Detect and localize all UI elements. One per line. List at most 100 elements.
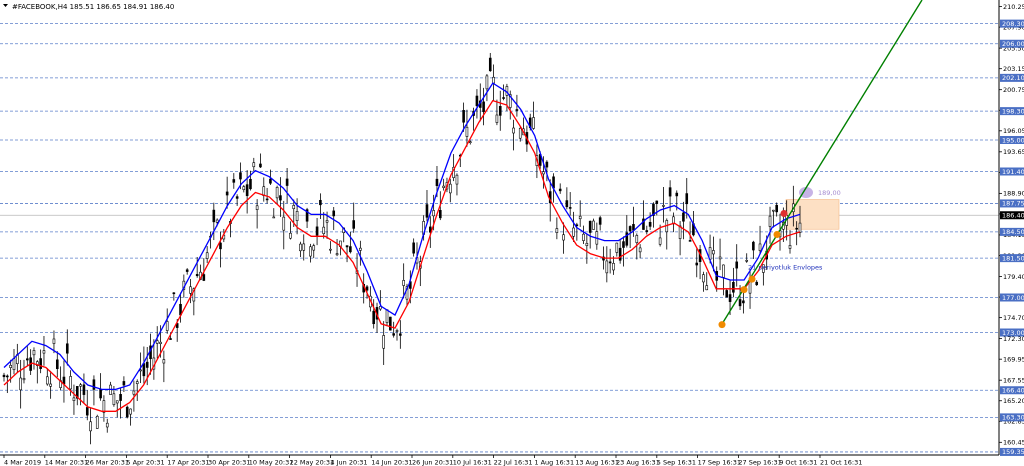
candle-body bbox=[65, 343, 69, 354]
candle-body bbox=[392, 333, 395, 336]
level-label: 195.00 bbox=[1002, 136, 1024, 144]
candle-body bbox=[592, 220, 595, 230]
candle-body bbox=[129, 408, 132, 415]
candle-body bbox=[79, 384, 82, 387]
level-label: 198.30 bbox=[1002, 107, 1024, 115]
candle-body bbox=[439, 210, 442, 219]
candle-body bbox=[245, 184, 249, 197]
candle-body bbox=[302, 243, 306, 251]
candle-body bbox=[399, 333, 402, 336]
candle-body bbox=[695, 262, 699, 266]
candle-body bbox=[299, 243, 302, 252]
touch-marker bbox=[748, 275, 756, 283]
candle-body bbox=[512, 127, 515, 134]
x-tick-label: 5 Apr 20:31 bbox=[126, 459, 164, 466]
candle-body bbox=[768, 215, 772, 227]
candle-body bbox=[2, 374, 6, 378]
price-chart[interactable]: 189,00 21 periyotluk Envlopes 210.25207.… bbox=[0, 0, 1024, 466]
candle-body bbox=[155, 340, 159, 344]
target-label: 189,00 bbox=[818, 189, 841, 197]
candle-body bbox=[239, 172, 242, 180]
candle-body bbox=[242, 186, 246, 190]
candle-body bbox=[605, 260, 609, 274]
candle-body bbox=[475, 95, 479, 107]
candle-body bbox=[622, 241, 625, 248]
candle-body bbox=[758, 243, 762, 251]
candle-body bbox=[205, 252, 209, 259]
candle-body bbox=[45, 376, 49, 385]
candle-body bbox=[352, 220, 356, 229]
candle-body bbox=[365, 286, 369, 291]
candle-body bbox=[142, 363, 146, 377]
dropdown-arrow-icon[interactable] bbox=[3, 4, 8, 7]
level-label: 191.40 bbox=[1002, 168, 1024, 176]
candle-body bbox=[249, 178, 252, 190]
candle-body bbox=[562, 234, 565, 241]
y-tick-label: 196.05 bbox=[1003, 127, 1024, 135]
candle-body bbox=[202, 274, 206, 281]
candle-body bbox=[425, 204, 429, 218]
candle-body bbox=[555, 228, 559, 233]
x-tick-label: 17 Apr 20:31 bbox=[167, 459, 209, 466]
candle-body bbox=[195, 274, 199, 277]
candle-body bbox=[518, 128, 522, 139]
candle-body bbox=[215, 219, 219, 223]
candle-body bbox=[269, 178, 272, 184]
candle-body bbox=[488, 57, 492, 72]
candle-body bbox=[502, 97, 505, 99]
candle-body bbox=[465, 126, 469, 137]
candle-body bbox=[705, 285, 709, 291]
level-label: 163.30 bbox=[1002, 414, 1024, 422]
candle-body bbox=[675, 192, 679, 197]
candle-body bbox=[165, 321, 169, 331]
candle-body bbox=[755, 281, 759, 286]
envelope-lower-line bbox=[3, 99, 801, 412]
candle-body bbox=[115, 400, 119, 404]
candle-body bbox=[615, 242, 619, 253]
x-tick-label: 4 Mar 2019 bbox=[4, 459, 41, 466]
candle-body bbox=[638, 247, 642, 253]
candle-body bbox=[112, 393, 116, 405]
candle-body bbox=[172, 292, 176, 295]
candle-body bbox=[382, 335, 385, 349]
candle-body bbox=[219, 242, 222, 250]
candle-body bbox=[468, 141, 472, 143]
candle-body bbox=[26, 358, 29, 361]
candle-body bbox=[645, 230, 649, 232]
candle-body bbox=[319, 199, 322, 206]
candle-body bbox=[82, 384, 86, 395]
candle-body bbox=[389, 316, 392, 331]
candle-body bbox=[72, 397, 76, 401]
x-tick-label: 4 Jun 20:31 bbox=[330, 459, 367, 466]
level-label: 184.50 bbox=[1002, 228, 1024, 236]
candle-body bbox=[272, 216, 276, 219]
candle-body bbox=[668, 187, 672, 197]
candle-body bbox=[432, 210, 435, 217]
x-tick-label: 5 Sep 16:31 bbox=[657, 459, 696, 466]
candle-body bbox=[312, 245, 316, 251]
candle-body bbox=[309, 246, 312, 257]
candle-body bbox=[275, 187, 279, 199]
candle-body bbox=[772, 209, 775, 212]
x-tick-label: 26 Jun 20:31 bbox=[412, 459, 453, 466]
candle-body bbox=[32, 350, 36, 356]
x-tick-label: 17 Sep 16:31 bbox=[698, 459, 741, 466]
candle-body bbox=[565, 200, 569, 208]
candle-body bbox=[232, 179, 236, 183]
candle-body bbox=[255, 205, 259, 210]
candle-body bbox=[6, 375, 9, 378]
candle-body bbox=[92, 379, 96, 390]
candle-body bbox=[798, 222, 802, 234]
candle-body bbox=[498, 106, 502, 116]
candle-body bbox=[402, 280, 405, 286]
candle-body bbox=[578, 215, 582, 220]
candle-body bbox=[702, 274, 705, 283]
x-tick-label: 14 Jun 20:31 bbox=[371, 459, 412, 466]
symbol-title: #FACEBOOK,H4 185.51 186.65 184.91 186.40 bbox=[12, 3, 174, 11]
candle-body bbox=[712, 250, 715, 255]
candle-body bbox=[722, 264, 725, 278]
candle-body bbox=[795, 227, 798, 230]
level-label: 202.10 bbox=[1002, 74, 1024, 82]
candle-body bbox=[482, 101, 485, 112]
candle-body bbox=[608, 261, 612, 264]
